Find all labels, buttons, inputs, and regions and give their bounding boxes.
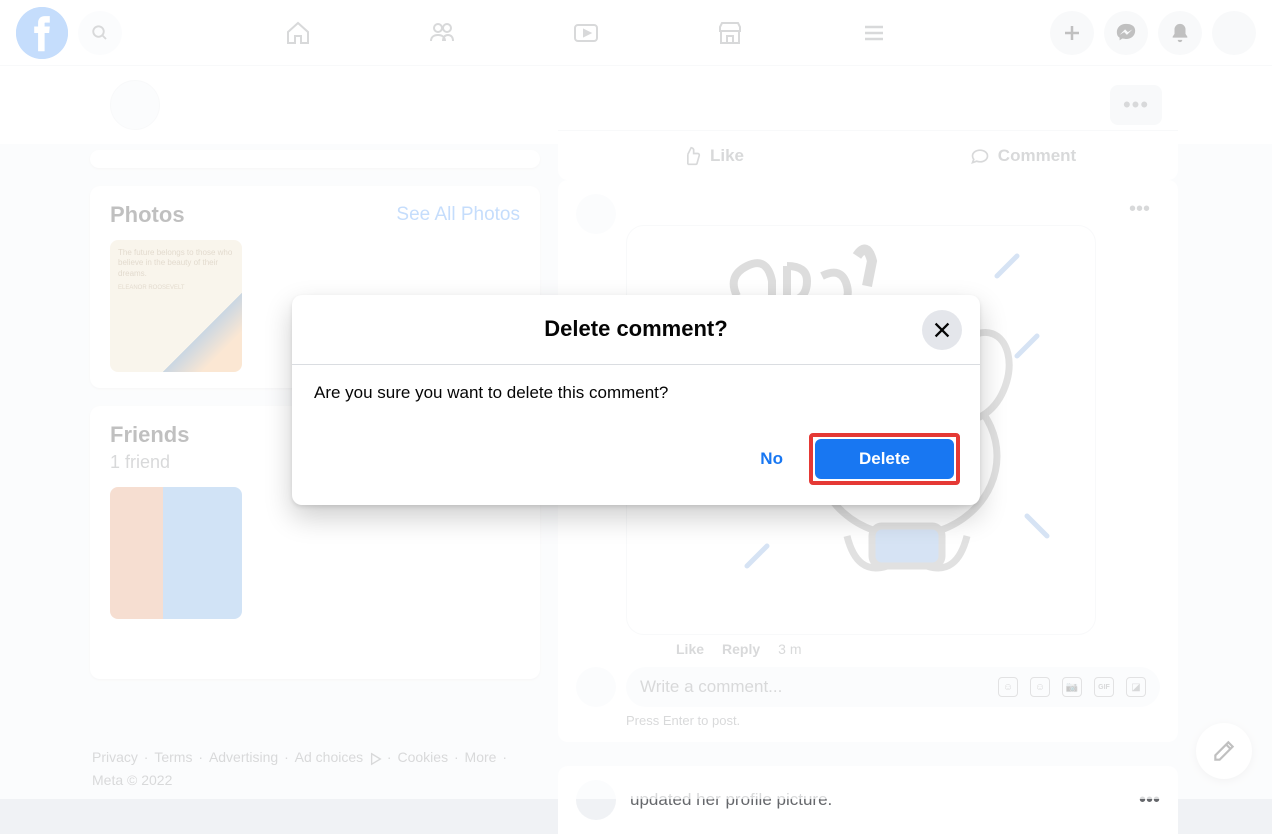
modal-overlay[interactable]: Delete comment? Are you sure you want to… [0, 0, 1272, 799]
modal-close-button[interactable] [922, 310, 962, 350]
modal-title: Delete comment? [544, 316, 727, 342]
modal-header: Delete comment? [292, 295, 980, 365]
delete-comment-modal: Delete comment? Are you sure you want to… [292, 295, 980, 505]
modal-footer: No Delete [292, 421, 980, 505]
modal-body-text: Are you sure you want to delete this com… [292, 365, 980, 421]
no-button[interactable]: No [742, 439, 801, 479]
delete-button-highlight: Delete [809, 433, 960, 485]
delete-button[interactable]: Delete [815, 439, 954, 479]
